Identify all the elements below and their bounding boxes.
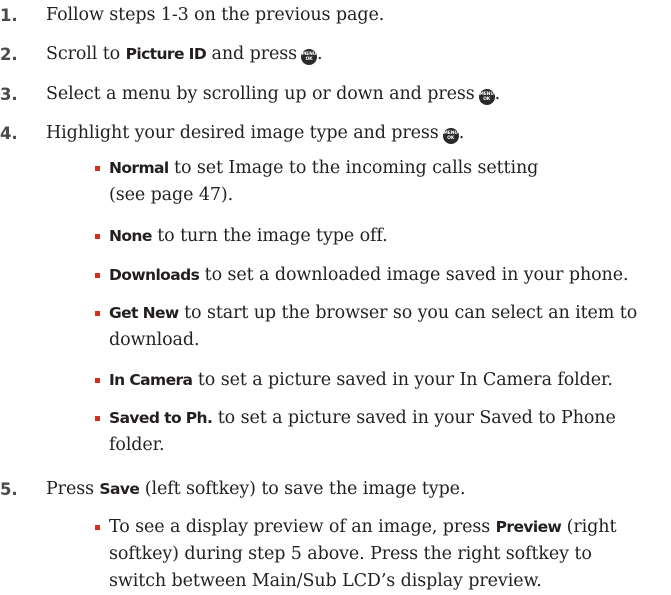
step-text: Scroll to Picture ID and press MENU OK. [46,44,323,65]
step-number: 5. [0,480,18,499]
bullet-icon [95,416,100,421]
step-text: Select a menu by scrolling up or down an… [46,84,501,105]
step-text: Highlight your desired image type and pr… [46,123,465,144]
menu-ok-key-icon: MENU OK [478,89,495,105]
bullet-icon [95,273,100,278]
step-number: 2. [0,45,18,64]
step-text: Press Save (left softkey) to save the im… [46,479,466,499]
bullet-icon [95,234,100,239]
step-text: Follow steps 1-3 on the previous page. [46,5,385,25]
bullet-icon [95,311,100,316]
menu-ok-key-icon: MENU OK [442,128,459,144]
step-number: 4. [0,124,18,143]
step-number: 3. [0,85,18,104]
bullet-icon [95,166,100,171]
softkey-name: Save [99,480,140,498]
bullet-icon [95,378,100,383]
menu-ok-key-icon: MENU OK [301,49,318,65]
bullet-icon [95,525,100,530]
step-number: 1. [0,6,18,25]
menu-item-name: Picture ID [125,45,207,63]
